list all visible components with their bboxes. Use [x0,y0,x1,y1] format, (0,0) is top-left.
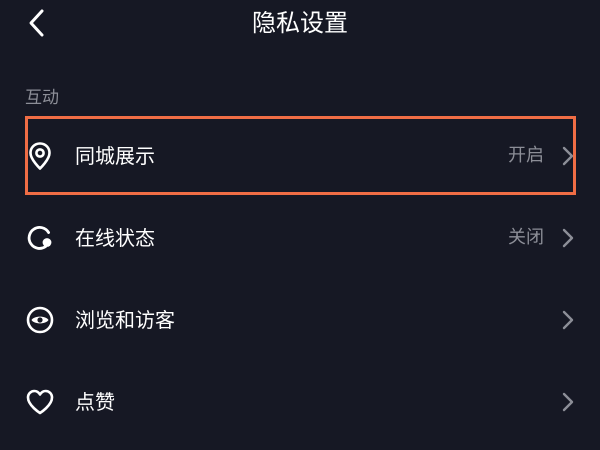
page-title: 隐私设置 [252,9,348,37]
chevron-right-icon [555,225,581,251]
chevron-right-icon [555,389,581,415]
setting-row-views-visitors[interactable]: 浏览和访客 [0,290,600,350]
setting-value: 开启 [508,145,544,166]
online-status-icon [24,222,56,254]
eye-icon [24,304,56,336]
chevron-right-icon [555,143,581,169]
setting-row-likes[interactable]: 点赞 [0,372,600,432]
chevron-right-icon [555,307,581,333]
section-label: 互动 [25,88,59,108]
setting-value: 关闭 [508,227,544,248]
setting-label: 在线状态 [75,226,155,250]
top-bar: 隐私设置 [0,0,600,50]
setting-row-online-status[interactable]: 在线状态 关闭 [0,208,600,268]
privacy-settings-screen: 隐私设置 互动 同城展示 开启 在线状态 关闭 浏览和访客 点赞 [0,0,600,450]
setting-label: 同城展示 [75,144,155,168]
location-pin-icon [24,140,56,172]
heart-icon [24,386,56,418]
setting-row-nearby-display[interactable]: 同城展示 开启 [0,126,600,186]
setting-label: 浏览和访客 [75,308,175,332]
setting-label: 点赞 [75,390,115,414]
